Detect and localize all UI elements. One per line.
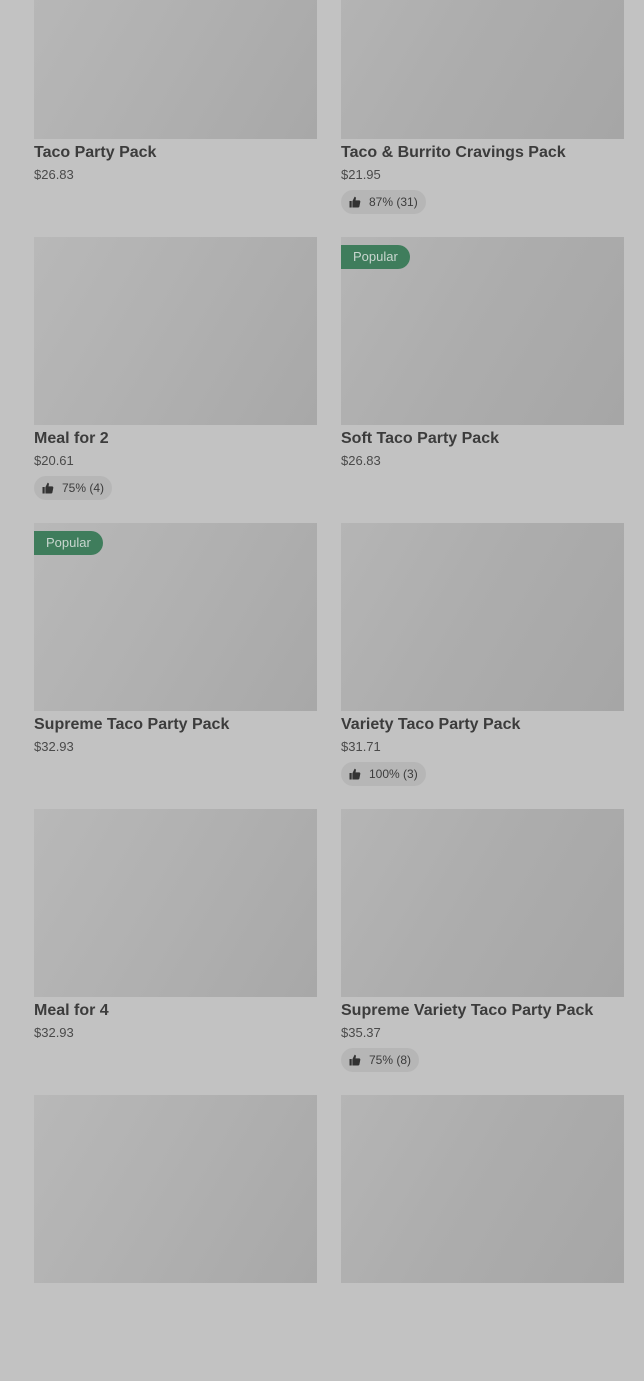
popular-badge: Popular — [341, 245, 410, 269]
thumbs-up-icon — [349, 768, 361, 780]
product-image[interactable] — [34, 1095, 317, 1283]
product-card[interactable]: Variety Taco Party Pack $31.71 100% (3) — [341, 523, 624, 809]
product-grid: Taco Party Pack $26.83 Taco & Burrito Cr… — [34, 0, 624, 1381]
product-card[interactable]: Taco & Burrito Cravings Pack $21.95 87% … — [341, 0, 624, 237]
product-title[interactable]: Soft Taco Party Pack — [341, 431, 624, 447]
product-price: $35.37 — [341, 1025, 381, 1040]
product-image[interactable] — [34, 809, 317, 997]
product-card[interactable]: Meal for 4 $32.93 — [34, 809, 317, 1095]
product-price: $26.83 — [341, 453, 381, 468]
rating-text: 75% (8) — [369, 1053, 412, 1067]
product-title[interactable]: Meal for 2 — [34, 431, 317, 447]
rating-pill: 100% (3) — [341, 762, 426, 786]
product-card[interactable] — [341, 1095, 624, 1381]
rating-text: 100% (3) — [369, 767, 418, 781]
product-card[interactable]: Meal for 2 $20.61 75% (4) — [34, 237, 317, 523]
product-image[interactable] — [34, 237, 317, 425]
thumbs-up-icon — [42, 482, 54, 494]
product-image[interactable] — [341, 809, 624, 997]
product-price: $26.83 — [34, 167, 74, 182]
product-price: $21.95 — [341, 167, 381, 182]
product-image[interactable] — [341, 1095, 624, 1283]
product-card[interactable] — [34, 1095, 317, 1381]
product-card[interactable]: Popular Supreme Taco Party Pack $32.93 — [34, 523, 317, 809]
product-price: $20.61 — [34, 453, 74, 468]
rating-pill: 75% (4) — [34, 476, 113, 500]
product-title[interactable]: Variety Taco Party Pack — [341, 717, 624, 733]
product-card[interactable]: Popular Soft Taco Party Pack $26.83 — [341, 237, 624, 523]
product-card[interactable]: Supreme Variety Taco Party Pack $35.37 7… — [341, 809, 624, 1095]
product-price: $32.93 — [34, 1025, 74, 1040]
rating-pill: 87% (31) — [341, 190, 426, 214]
thumbs-up-icon — [349, 1054, 361, 1066]
product-title[interactable]: Taco & Burrito Cravings Pack — [341, 145, 624, 161]
rating-pill: 75% (8) — [341, 1048, 420, 1072]
popular-badge: Popular — [34, 531, 103, 555]
rating-text: 75% (4) — [62, 481, 105, 495]
product-title[interactable]: Supreme Taco Party Pack — [34, 717, 317, 733]
product-image[interactable]: Popular — [341, 237, 624, 425]
product-title[interactable]: Taco Party Pack — [34, 145, 317, 161]
product-image[interactable] — [34, 0, 317, 139]
product-price: $31.71 — [341, 739, 381, 754]
product-image[interactable] — [341, 523, 624, 711]
product-title[interactable]: Supreme Variety Taco Party Pack — [341, 1003, 624, 1019]
product-card[interactable]: Taco Party Pack $26.83 — [34, 0, 317, 237]
product-title[interactable]: Meal for 4 — [34, 1003, 317, 1019]
thumbs-up-icon — [349, 196, 361, 208]
product-image[interactable] — [341, 0, 624, 139]
product-image[interactable]: Popular — [34, 523, 317, 711]
product-price: $32.93 — [34, 739, 74, 754]
rating-text: 87% (31) — [369, 195, 418, 209]
